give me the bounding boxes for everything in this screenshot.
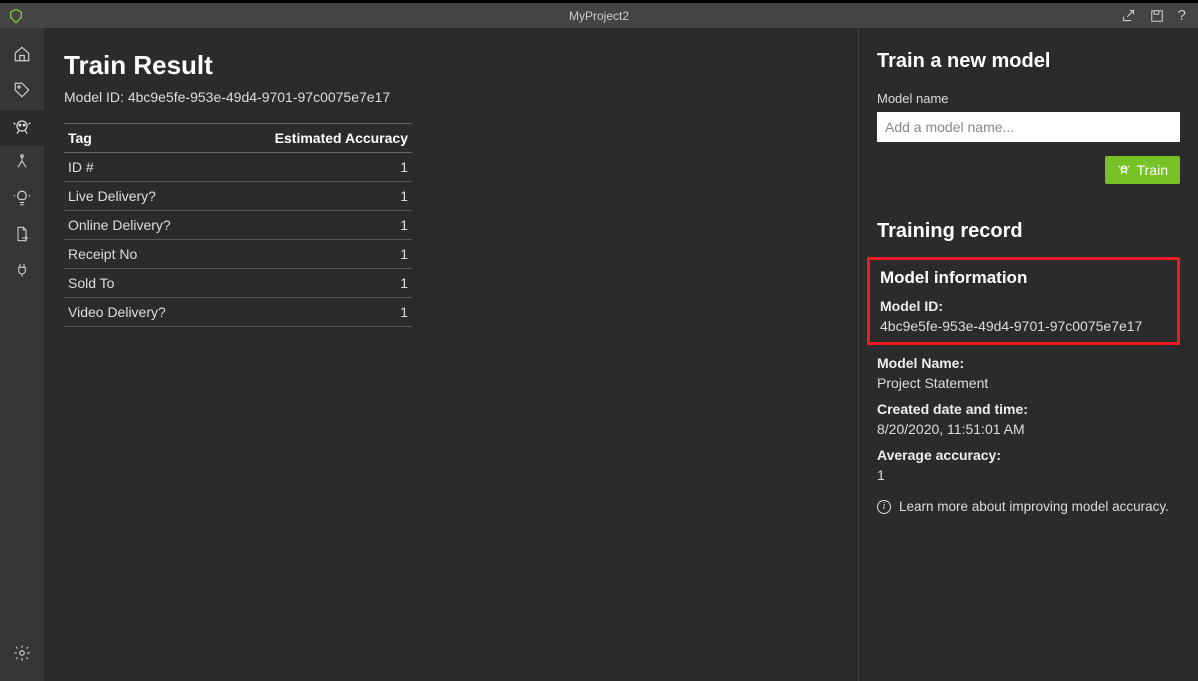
avg-acc-label: Average accuracy: (877, 447, 1180, 463)
model-id-prefix: Model ID: (64, 89, 128, 105)
train-button-label: Train (1137, 162, 1168, 178)
cell-tag: Live Delivery? (64, 182, 217, 211)
robot-icon (1117, 162, 1131, 179)
table-row: Sold To1 (64, 269, 412, 298)
model-id-line: Model ID: 4bc9e5fe-953e-49d4-9701-97c007… (64, 89, 838, 105)
cell-accuracy: 1 (217, 240, 412, 269)
table-row: Live Delivery?1 (64, 182, 412, 211)
model-id-value-panel: 4bc9e5fe-953e-49d4-9701-97c0075e7e17 (880, 318, 1167, 334)
page-title: Train Result (64, 50, 838, 81)
cell-tag: Online Delivery? (64, 211, 217, 240)
sidebar (0, 28, 44, 681)
plug-icon (14, 261, 30, 284)
model-name-label: Model name (877, 91, 1180, 106)
app-logo-icon (8, 8, 24, 24)
merge-icon (14, 153, 30, 176)
file-icon (14, 225, 30, 248)
cell-accuracy: 1 (217, 211, 412, 240)
gear-icon (13, 644, 31, 667)
training-record-title: Training record (877, 220, 1180, 243)
home-icon (13, 45, 31, 68)
save-icon[interactable] (1150, 9, 1164, 23)
project-title: MyProject2 (569, 9, 629, 23)
topbar-left (0, 8, 24, 24)
col-accuracy: Estimated Accuracy (217, 124, 412, 153)
created-value: 8/20/2020, 11:51:01 AM (877, 421, 1180, 437)
sidebar-item-lightbulb[interactable] (0, 182, 44, 218)
table-row: Video Delivery?1 (64, 298, 412, 327)
col-tag: Tag (64, 124, 217, 153)
model-info-header: Model information (880, 268, 1167, 288)
help-icon[interactable]: ? (1178, 7, 1186, 24)
cell-accuracy: 1 (217, 298, 412, 327)
model-info-highlight: Model information Model ID: 4bc9e5fe-953… (867, 257, 1180, 345)
sidebar-item-file[interactable] (0, 218, 44, 254)
lightbulb-icon (13, 189, 31, 212)
sidebar-item-settings[interactable] (0, 637, 44, 673)
learn-more-row[interactable]: i Learn more about improving model accur… (877, 499, 1180, 514)
share-icon[interactable] (1121, 8, 1136, 23)
content: Train Result Model ID: 4bc9e5fe-953e-49d… (44, 28, 858, 681)
model-id-label: Model ID: (880, 298, 1167, 314)
sidebar-item-plug[interactable] (0, 254, 44, 290)
learn-more-text: Learn more about improving model accurac… (899, 499, 1169, 514)
model-name-value: Project Statement (877, 375, 1180, 391)
results-table: Tag Estimated Accuracy ID #1Live Deliver… (64, 123, 412, 327)
cell-tag: Receipt No (64, 240, 217, 269)
sidebar-item-train[interactable] (0, 110, 44, 146)
train-new-model-title: Train a new model (877, 50, 1180, 73)
cell-accuracy: 1 (217, 153, 412, 182)
cell-tag: Video Delivery? (64, 298, 217, 327)
tag-icon (13, 81, 31, 104)
right-panel: Train a new model Model name Train Train… (858, 28, 1198, 681)
info-icon: i (877, 500, 891, 514)
model-name-label2: Model Name: (877, 355, 1180, 371)
cell-accuracy: 1 (217, 269, 412, 298)
cell-tag: Sold To (64, 269, 217, 298)
sidebar-item-home[interactable] (0, 38, 44, 74)
train-button[interactable]: Train (1105, 156, 1180, 184)
created-label: Created date and time: (877, 401, 1180, 417)
model-id-value: 4bc9e5fe-953e-49d4-9701-97c0075e7e17 (128, 89, 390, 105)
sidebar-item-merge[interactable] (0, 146, 44, 182)
table-row: Receipt No1 (64, 240, 412, 269)
sidebar-item-tags[interactable] (0, 74, 44, 110)
topbar-right: ? (1121, 7, 1198, 24)
cell-accuracy: 1 (217, 182, 412, 211)
table-row: ID #1 (64, 153, 412, 182)
robot-icon (12, 116, 32, 141)
model-name-input[interactable] (877, 112, 1180, 142)
table-row: Online Delivery?1 (64, 211, 412, 240)
topbar: MyProject2 ? (0, 0, 1198, 28)
avg-acc-value: 1 (877, 467, 1180, 483)
cell-tag: ID # (64, 153, 217, 182)
main-area: Train Result Model ID: 4bc9e5fe-953e-49d… (44, 28, 1198, 681)
